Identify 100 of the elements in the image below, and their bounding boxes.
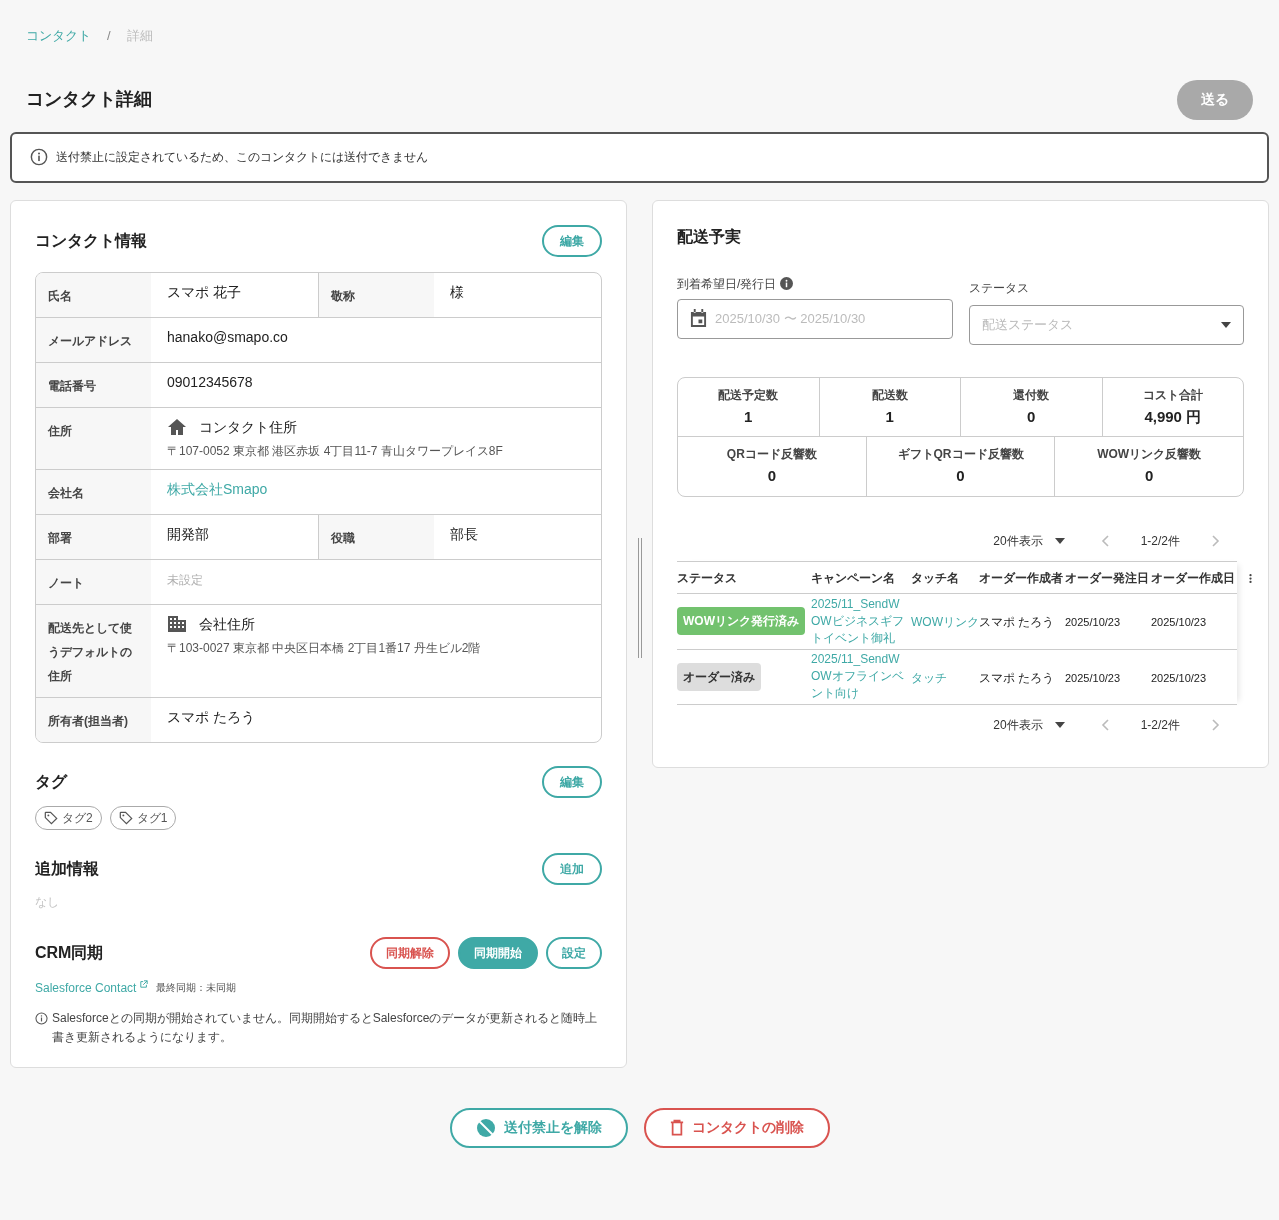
- info-icon: [35, 1011, 48, 1025]
- page-range: 1-2/2件: [1140, 716, 1180, 734]
- table-cell: 2025/10/23: [1065, 671, 1121, 684]
- previous-page-icon[interactable]: [1100, 534, 1109, 547]
- field-value: hanako@smapo.co: [167, 328, 288, 345]
- caret-icon: [1054, 721, 1065, 728]
- stat-label: WOWリンク反響数: [1097, 446, 1202, 463]
- resize-handle[interactable]: [637, 537, 642, 658]
- status-badge: WOWリンク発行済み: [677, 607, 805, 635]
- info-icon: [30, 148, 48, 166]
- field-label: 部署: [48, 530, 72, 545]
- previous-page-icon[interactable]: [1100, 718, 1109, 731]
- campaign-link[interactable]: 2025/11_SendWOWオフラインベント向け: [811, 651, 907, 702]
- section-title: CRM同期: [35, 942, 104, 963]
- page-range: 1-2/2件: [1140, 532, 1180, 550]
- unblock-button[interactable]: 送付禁止を解除: [449, 1107, 628, 1148]
- stat-value: 0: [1145, 466, 1154, 486]
- field-label: 敬称: [331, 288, 355, 303]
- address-text: 〒107-0052 東京都 港区赤坂 4丁目11-7 青山タワープレイス8F: [167, 442, 504, 460]
- stat-value: 4,990 円: [1144, 406, 1202, 427]
- field-value: 開発部: [167, 525, 209, 542]
- salesforce-link[interactable]: Salesforce Contact: [35, 978, 137, 997]
- section-title: 追加情報: [35, 858, 99, 879]
- trash-icon: [669, 1119, 684, 1136]
- table-cell: 2025/10/23: [1065, 616, 1121, 628]
- table-cell: 2025/10/23: [1151, 671, 1207, 684]
- house-icon: [167, 418, 187, 436]
- column-header: オーダー発注日: [1065, 571, 1149, 585]
- company-link[interactable]: 株式会社Smapo: [167, 480, 268, 497]
- campaign-link[interactable]: 2025/11_SendWOWビジネスギフトイベント御礼: [811, 595, 907, 647]
- stat-label: QRコード反響数: [726, 446, 817, 463]
- stat-label: 配送予定数: [718, 386, 779, 404]
- next-page-icon[interactable]: [1212, 534, 1220, 547]
- column-header: タッチ名: [911, 571, 959, 585]
- field-label: 氏名: [48, 288, 72, 303]
- field-value: 09012345678: [167, 373, 253, 390]
- field-label: メールアドレス: [48, 333, 132, 348]
- next-page-icon[interactable]: [1212, 718, 1220, 731]
- field-label: 役職: [331, 530, 355, 545]
- column-header: オーダー作成者: [979, 571, 1063, 585]
- date-range-input[interactable]: 2025/10/30 〜 2025/10/30: [715, 308, 940, 329]
- stat-value: 1: [744, 406, 753, 427]
- caret-icon: [1054, 537, 1065, 544]
- notice-text: 送付禁止に設定されているため、このコンタクトには送付できません: [56, 149, 428, 166]
- edit-button[interactable]: 編集: [542, 224, 602, 257]
- info-icon: [780, 277, 794, 290]
- address-name: 会社住所: [199, 614, 255, 634]
- stat-value: 0: [767, 466, 776, 486]
- page-title: コンタクト詳細: [26, 88, 152, 111]
- field-value: スマポ 花子: [167, 283, 241, 300]
- delete-contact-button[interactable]: コンタクトの削除: [643, 1107, 830, 1148]
- section-title: タグ: [35, 771, 67, 792]
- section-title: 配送予実: [677, 226, 742, 247]
- table-cell: スマポ たろう: [979, 670, 1055, 685]
- caret-icon: [1221, 321, 1231, 328]
- calendar-icon: [690, 309, 707, 328]
- stat-label: ギフトQRコード反響数: [897, 446, 1024, 463]
- field-label: 会社名: [48, 485, 84, 500]
- filter-label: 到着希望日/発行日: [677, 275, 777, 293]
- edit-button[interactable]: 編集: [542, 765, 602, 798]
- tag-icon: [44, 810, 58, 825]
- filter-label: ステータス: [968, 280, 1029, 295]
- table-cell: 2025/10/23: [1151, 616, 1207, 628]
- field-label: ノート: [48, 575, 84, 590]
- field-label: 所有者(担当者): [48, 713, 128, 728]
- stat-label: コスト合計: [1142, 386, 1203, 404]
- field-value: 様: [450, 283, 464, 300]
- breadcrumb-link[interactable]: コンタクト: [26, 26, 91, 46]
- tag-icon: [118, 810, 133, 825]
- address-name: コンタクト住所: [199, 417, 297, 437]
- field-label: 電話番号: [48, 378, 96, 393]
- date-range-field[interactable]: 2025/10/30 〜 2025/10/30: [677, 298, 953, 339]
- breadcrumb-separator: /: [107, 27, 111, 45]
- field-label: 住所: [48, 423, 72, 438]
- stat-value: 0: [956, 466, 965, 486]
- add-button[interactable]: 追加: [542, 852, 602, 885]
- stat-label: 配送数: [871, 386, 908, 404]
- stat-label: 還付数: [1013, 386, 1050, 404]
- crm-button[interactable]: 設定: [546, 936, 602, 969]
- last-sync-text: 最終同期：未同期: [156, 981, 237, 995]
- more-options-icon[interactable]: [1249, 572, 1252, 584]
- crm-button[interactable]: 同期開始: [458, 936, 538, 969]
- column-header: オーダー作成日: [1151, 571, 1235, 585]
- external-link-icon: [140, 979, 149, 988]
- touch-link[interactable]: タッチ: [911, 670, 947, 685]
- touch-link[interactable]: WOWリンク: [911, 615, 979, 629]
- blocked-icon: [475, 1117, 496, 1138]
- stat-value: 0: [1027, 406, 1036, 427]
- crm-button[interactable]: 同期解除: [370, 936, 450, 969]
- crm-note: Salesforceとの同期が開始されていません。同期開始するとSalesforceのデータが更新されると随時上書き更新されるようになります。: [52, 1009, 599, 1046]
- page-size-select[interactable]: 20件表示: [993, 531, 1065, 550]
- section-title: コンタクト情報: [35, 230, 147, 251]
- field-value: 部長: [450, 525, 478, 542]
- column-header: キャンペーン名: [811, 571, 895, 585]
- status-badge: オーダー済み: [677, 662, 761, 691]
- address-text: 〒103-0027 東京都 中央区日本橋 2丁目1番17 丹生ビル2階: [167, 639, 482, 657]
- building-icon: [167, 615, 187, 633]
- page-size-select[interactable]: 20件表示: [993, 715, 1065, 734]
- stat-value: 1: [885, 406, 894, 427]
- field-value: スマポ たろう: [167, 708, 255, 725]
